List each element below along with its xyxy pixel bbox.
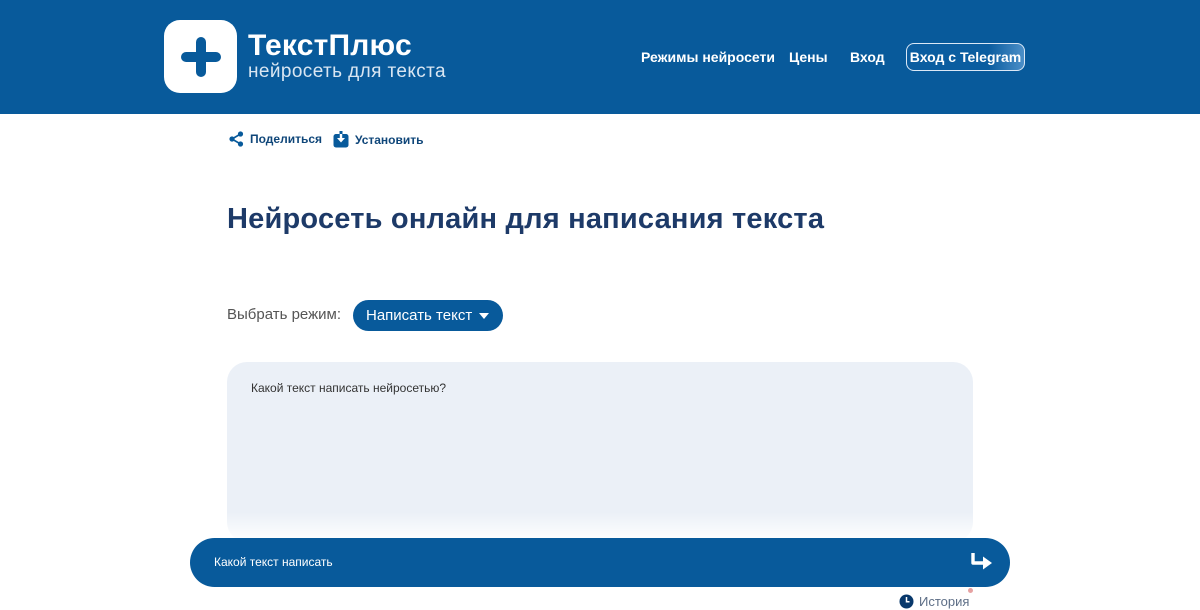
clock-icon <box>899 594 914 609</box>
page-title: Нейросеть онлайн для написания текста <box>227 203 825 235</box>
nav-prices[interactable]: Цены <box>789 0 828 114</box>
telegram-login-button[interactable]: Вход с Telegram <box>906 43 1025 71</box>
share-button[interactable]: Поделиться <box>229 131 322 147</box>
send-arrow-icon[interactable] <box>970 550 994 579</box>
mode-label: Выбрать режим: <box>227 306 341 323</box>
install-button[interactable]: Установить <box>333 131 424 148</box>
mode-select-value: Написать текст <box>366 307 473 324</box>
caret-down-icon <box>479 313 489 319</box>
history-button[interactable]: История <box>899 594 969 609</box>
nav-modes[interactable]: Режимы нейросети <box>641 0 775 114</box>
share-label: Поделиться <box>250 132 323 146</box>
text-input-area[interactable]: Какой текст написать нейросетью? <box>227 362 973 542</box>
nav-login-link[interactable]: Вход <box>850 49 885 65</box>
nav-prices-link[interactable]: Цены <box>789 49 828 65</box>
brand-title: ТекстПлюс <box>248 28 412 62</box>
history-label: История <box>919 594 970 609</box>
download-icon <box>333 131 349 148</box>
nav-login[interactable]: Вход <box>850 0 885 114</box>
install-label: Установить <box>355 132 424 147</box>
prompt-input[interactable]: Какой текст написать <box>190 538 1010 587</box>
share-icon <box>229 131 244 147</box>
site-header: ТекстПлюс нейросеть для текста Режимы не… <box>0 0 1200 114</box>
brand-subtitle: нейросеть для текста <box>248 60 446 82</box>
plus-logo-icon <box>164 20 237 93</box>
logo[interactable]: ТекстПлюс нейросеть для текста <box>164 20 446 93</box>
prompt-placeholder: Какой текст написать <box>214 555 333 569</box>
mode-select[interactable]: Написать текст <box>353 300 503 331</box>
notification-dot <box>968 588 973 593</box>
nav-modes-link[interactable]: Режимы нейросети <box>641 49 775 65</box>
textarea-placeholder: Какой текст написать нейросетью? <box>251 381 447 395</box>
